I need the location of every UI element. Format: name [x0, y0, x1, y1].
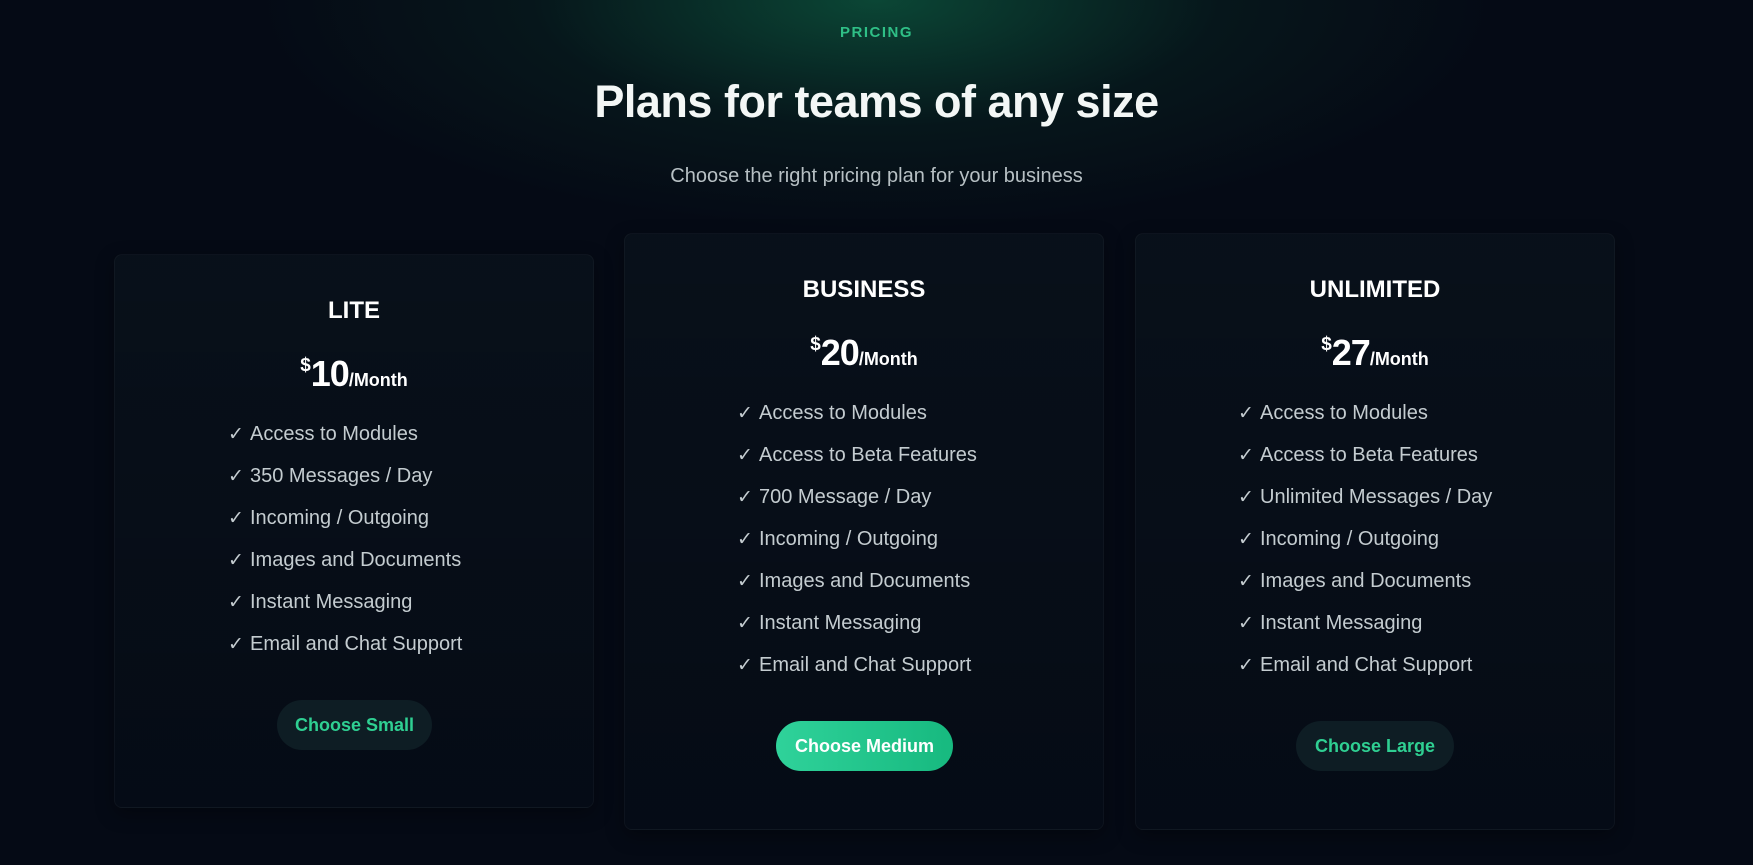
check-icon: ✓: [737, 529, 753, 550]
feature-list: ✓ Access to Modules ✓ Access to Beta Featu…: [737, 392, 977, 686]
feature-label: Incoming / Outgoing: [250, 507, 429, 529]
feature-label: Email and Chat Support: [759, 654, 972, 676]
feature-label: Access to Modules: [759, 402, 927, 424]
feature-label: Email and Chat Support: [250, 633, 463, 655]
check-icon: ✓: [1238, 403, 1254, 424]
pricing-page: PRICING Plans for teams of any size Choo…: [0, 0, 1753, 865]
check-icon: ✓: [737, 445, 753, 466]
check-icon: ✓: [228, 550, 244, 571]
price-currency: $: [810, 334, 821, 355]
price-currency: $: [1321, 334, 1332, 355]
price-period: /Month: [348, 370, 408, 390]
price-period: /Month: [1369, 349, 1429, 369]
check-icon: ✓: [1238, 613, 1254, 634]
feature-label: Images and Documents: [1260, 570, 1472, 592]
feature-item: ✓ 350 Messages / Day: [228, 455, 462, 497]
page-title: Plans for teams of any size: [594, 76, 1159, 127]
feature-item: ✓ Incoming / Outgoing: [737, 518, 977, 560]
check-icon: ✓: [1238, 571, 1254, 592]
check-icon: ✓: [1238, 487, 1254, 508]
feature-item: ✓ Email and Chat Support: [228, 623, 462, 665]
check-icon: ✓: [228, 634, 244, 655]
feature-item: ✓ Access to Modules: [228, 413, 462, 455]
feature-item: ✓ Access to Beta Features: [737, 434, 977, 476]
plan-price: $27/Month: [1136, 332, 1614, 374]
feature-label: Access to Beta Features: [1260, 444, 1478, 466]
plan-price: $20/Month: [625, 332, 1103, 374]
feature-list: ✓ Access to Modules ✓ 350 Messages / Day ✓…: [228, 413, 462, 665]
feature-item: ✓ Images and Documents: [737, 560, 977, 602]
feature-item: ✓ Access to Modules: [1238, 392, 1492, 434]
feature-label: Incoming / Outgoing: [1260, 528, 1439, 550]
section-eyebrow: PRICING: [839, 24, 913, 41]
feature-label: Access to Modules: [250, 423, 418, 445]
feature-item: ✓ Instant Messaging: [228, 581, 462, 623]
feature-item: ✓ Access to Modules: [737, 392, 977, 434]
feature-label: Email and Chat Support: [1260, 654, 1473, 676]
feature-item: ✓ Instant Messaging: [737, 602, 977, 644]
feature-label: Instant Messaging: [250, 591, 413, 613]
price-period: /Month: [858, 349, 918, 369]
plan-card-business: BUSINESS $20/Month ✓ Access to Modules ✓ A…: [624, 233, 1104, 830]
price-amount: 27: [1331, 332, 1371, 373]
feature-item: ✓ Email and Chat Support: [1238, 644, 1492, 686]
feature-item: ✓ Email and Chat Support: [737, 644, 977, 686]
check-icon: ✓: [228, 424, 244, 445]
plan-price: $10/Month: [115, 353, 593, 395]
choose-medium-button[interactable]: Choose Medium: [776, 721, 953, 771]
feature-label: 700 Message / Day: [759, 486, 932, 508]
feature-item: ✓ Instant Messaging: [1238, 602, 1492, 644]
choose-large-button[interactable]: Choose Large: [1296, 721, 1454, 771]
choose-small-button[interactable]: Choose Small: [277, 700, 432, 750]
feature-item: ✓ Access to Beta Features: [1238, 434, 1492, 476]
feature-list: ✓ Access to Modules ✓ Access to Beta Featu…: [1238, 392, 1492, 686]
page-subtitle: Choose the right pricing plan for your b…: [670, 165, 1083, 187]
feature-item: ✓ Incoming / Outgoing: [228, 497, 462, 539]
feature-item: ✓ Incoming / Outgoing: [1238, 518, 1492, 560]
feature-item: ✓ Unlimited Messages / Day: [1238, 476, 1492, 518]
feature-item: ✓ 700 Message / Day: [737, 476, 977, 518]
feature-label: Images and Documents: [759, 570, 971, 592]
plan-card-lite: LITE $10/Month ✓ Access to Modules ✓ 350 M…: [114, 254, 594, 808]
feature-label: Access to Beta Features: [759, 444, 977, 466]
check-icon: ✓: [737, 613, 753, 634]
price-amount: 20: [820, 332, 860, 373]
plan-name: UNLIMITED: [1309, 276, 1441, 303]
check-icon: ✓: [228, 592, 244, 613]
check-icon: ✓: [737, 487, 753, 508]
plan-card-unlimited: UNLIMITED $27/Month ✓ Access to Modules ✓…: [1135, 233, 1615, 830]
check-icon: ✓: [737, 655, 753, 676]
feature-label: Incoming / Outgoing: [759, 528, 938, 550]
check-icon: ✓: [228, 466, 244, 487]
check-icon: ✓: [737, 403, 753, 424]
check-icon: ✓: [737, 571, 753, 592]
feature-label: Access to Modules: [1260, 402, 1428, 424]
feature-label: Instant Messaging: [1260, 612, 1423, 634]
feature-label: Unlimited Messages / Day: [1260, 486, 1493, 508]
price-amount: 10: [310, 353, 350, 394]
plan-name: BUSINESS: [802, 276, 926, 303]
feature-label: Images and Documents: [250, 549, 462, 571]
price-currency: $: [300, 355, 311, 376]
feature-label: 350 Messages / Day: [250, 465, 433, 487]
feature-item: ✓ Images and Documents: [1238, 560, 1492, 602]
feature-label: Instant Messaging: [759, 612, 922, 634]
check-icon: ✓: [228, 508, 244, 529]
plan-name: LITE: [328, 297, 380, 324]
check-icon: ✓: [1238, 445, 1254, 466]
feature-item: ✓ Images and Documents: [228, 539, 462, 581]
check-icon: ✓: [1238, 529, 1254, 550]
check-icon: ✓: [1238, 655, 1254, 676]
